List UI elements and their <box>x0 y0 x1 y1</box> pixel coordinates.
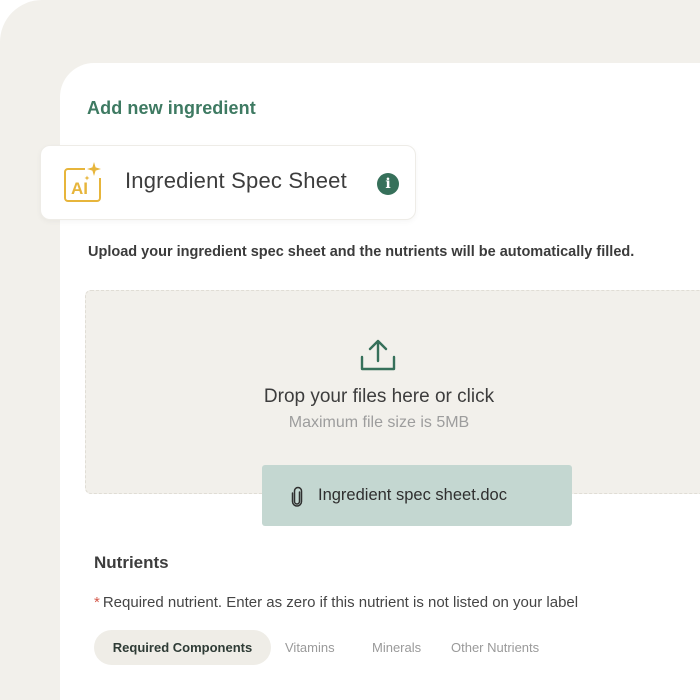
ai-sparkle-icon: AI <box>64 162 102 202</box>
page-title: Add new ingredient <box>87 98 256 118</box>
max-file-size-hint: Maximum file size is 5MB <box>288 414 470 431</box>
required-note-text: Required nutrient. Enter as zero if this… <box>102 594 579 611</box>
tab-vitamins[interactable]: Vitamins <box>285 630 335 665</box>
nutrients-heading: Nutrients <box>94 553 169 572</box>
upload-description: Upload your ingredient spec sheet and th… <box>88 244 635 260</box>
info-icon[interactable]: i <box>377 173 399 195</box>
tab-other-nutrients[interactable]: Other Nutrients <box>451 630 539 665</box>
spec-sheet-title: Ingredient Spec Sheet <box>125 168 347 193</box>
tab-required-components[interactable]: Required Components <box>94 630 271 665</box>
file-name: Ingredient spec sheet.doc <box>318 486 507 504</box>
upload-icon <box>360 339 396 371</box>
drop-title[interactable]: Drop your files here or click <box>0 386 700 408</box>
uploaded-file-chip[interactable]: Ingredient spec sheet.doc <box>262 465 572 526</box>
ai-text: AI <box>71 179 88 198</box>
required-star: * <box>94 594 100 611</box>
spec-sheet-card: AI Ingredient Spec Sheet i <box>40 145 416 220</box>
tab-minerals[interactable]: Minerals <box>372 630 421 665</box>
paperclip-icon <box>291 486 303 507</box>
required-note: * Required nutrient. Enter as zero if thi… <box>94 594 578 611</box>
